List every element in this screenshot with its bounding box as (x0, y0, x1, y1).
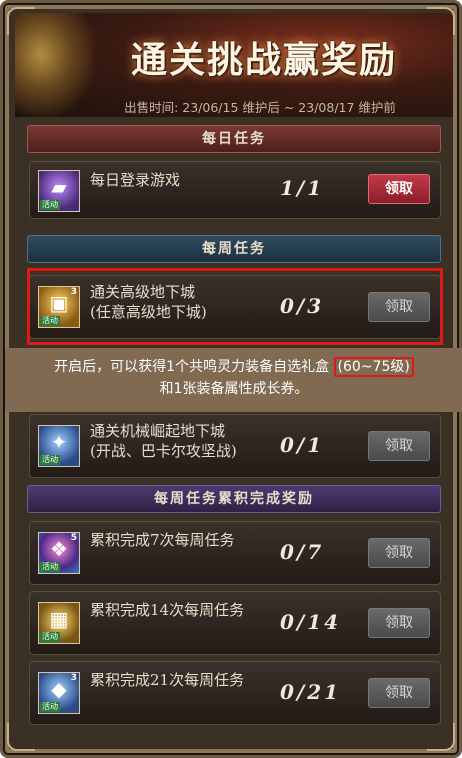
rainbow-gift-icon: ❖ 5 活动 (38, 532, 80, 574)
banner-title: 通关挑战赢奖励 (130, 39, 397, 81)
claim-button[interactable]: 领取 (368, 538, 430, 568)
task-title: 累积完成21次每周任务 (90, 671, 245, 689)
item-count: 5 (70, 533, 77, 543)
task-title: 累积完成14次每周任务 (90, 601, 245, 619)
task-row: ▰ 活动 每日登录游戏 1/1 领取 (29, 161, 441, 219)
crystal-icon: ◆ 3 活动 (38, 672, 80, 714)
task-progress: 0/14 (280, 610, 342, 634)
item-count: 3 (70, 673, 77, 683)
blue-scroll-icon: ✦ 活动 (38, 425, 80, 467)
task-title: 累积完成7次每周任务 (90, 531, 235, 549)
task-row: ✦ 活动 通关机械崛起地下城 (开战、巴卡尔攻坚战) 0/1 领取 (29, 414, 441, 478)
event-badge: 活动 (40, 455, 60, 465)
panel-frame: 通关挑战赢奖励 出售时间: 23/06/15 维护后 ~ 23/08/17 维护… (0, 0, 462, 758)
tooltip-text: 开启后，可以获得1个共鸣灵力装备自选礼盒 (54, 359, 330, 375)
section-weekly-tasks: 每周任务 (27, 235, 441, 263)
banner-header: 通关挑战赢奖励 出售时间: 23/06/15 维护后 ~ 23/08/17 维护… (15, 13, 453, 117)
task-progress: 0/1 (280, 433, 325, 457)
sale-period: 出售时间: 23/06/15 维护后 ~ 23/08/17 维护前 (124, 100, 396, 115)
task-progress: 1/1 (280, 176, 325, 200)
frame-corner-decoration (7, 723, 35, 751)
task-progress: 0/7 (280, 540, 325, 564)
task-row: ◆ 3 活动 累积完成21次每周任务 0/21 领取 (29, 661, 441, 725)
purple-book-icon: ▰ 活动 (38, 170, 80, 212)
task-subtitle: (开战、巴卡尔攻坚战) (90, 442, 237, 460)
task-title: 每日登录游戏 (90, 171, 181, 189)
task-row: ❖ 5 活动 累积完成7次每周任务 0/7 领取 (29, 521, 441, 585)
event-badge: 活动 (40, 632, 60, 642)
tooltip-line-1: 开启后，可以获得1个共鸣灵力装备自选礼盒 (60~75级) (5, 356, 462, 378)
event-badge: 活动 (40, 702, 60, 712)
task-progress: 0/21 (280, 680, 342, 704)
section-accumulated-rewards: 每周任务累积完成奖励 (27, 485, 441, 513)
task-row: ▦ 活动 累积完成14次每周任务 0/14 领取 (29, 591, 441, 655)
treasure-chest-icon: ▦ 活动 (38, 602, 80, 644)
claim-button[interactable]: 领取 (368, 608, 430, 638)
claim-button[interactable]: 领取 (368, 174, 430, 204)
frame-corner-decoration (427, 723, 455, 751)
task-title: 通关机械崛起地下城 (开战、巴卡尔攻坚战) (90, 421, 237, 461)
task-title-line: 通关机械崛起地下城 (90, 422, 226, 440)
tooltip-line-2: 和1张装备属性成长券。 (159, 381, 309, 397)
event-badge: 活动 (40, 562, 60, 572)
highlight-box (27, 268, 443, 345)
event-badge: 活动 (40, 200, 60, 210)
claim-button[interactable]: 领取 (368, 431, 430, 461)
tooltip-level-range: (60~75级) (333, 357, 414, 377)
claim-button[interactable]: 领取 (368, 678, 430, 708)
reward-tooltip: 开启后，可以获得1个共鸣灵力装备自选礼盒 (60~75级) 和1张装备属性成长券… (5, 348, 462, 412)
section-daily-tasks: 每日任务 (27, 125, 441, 153)
